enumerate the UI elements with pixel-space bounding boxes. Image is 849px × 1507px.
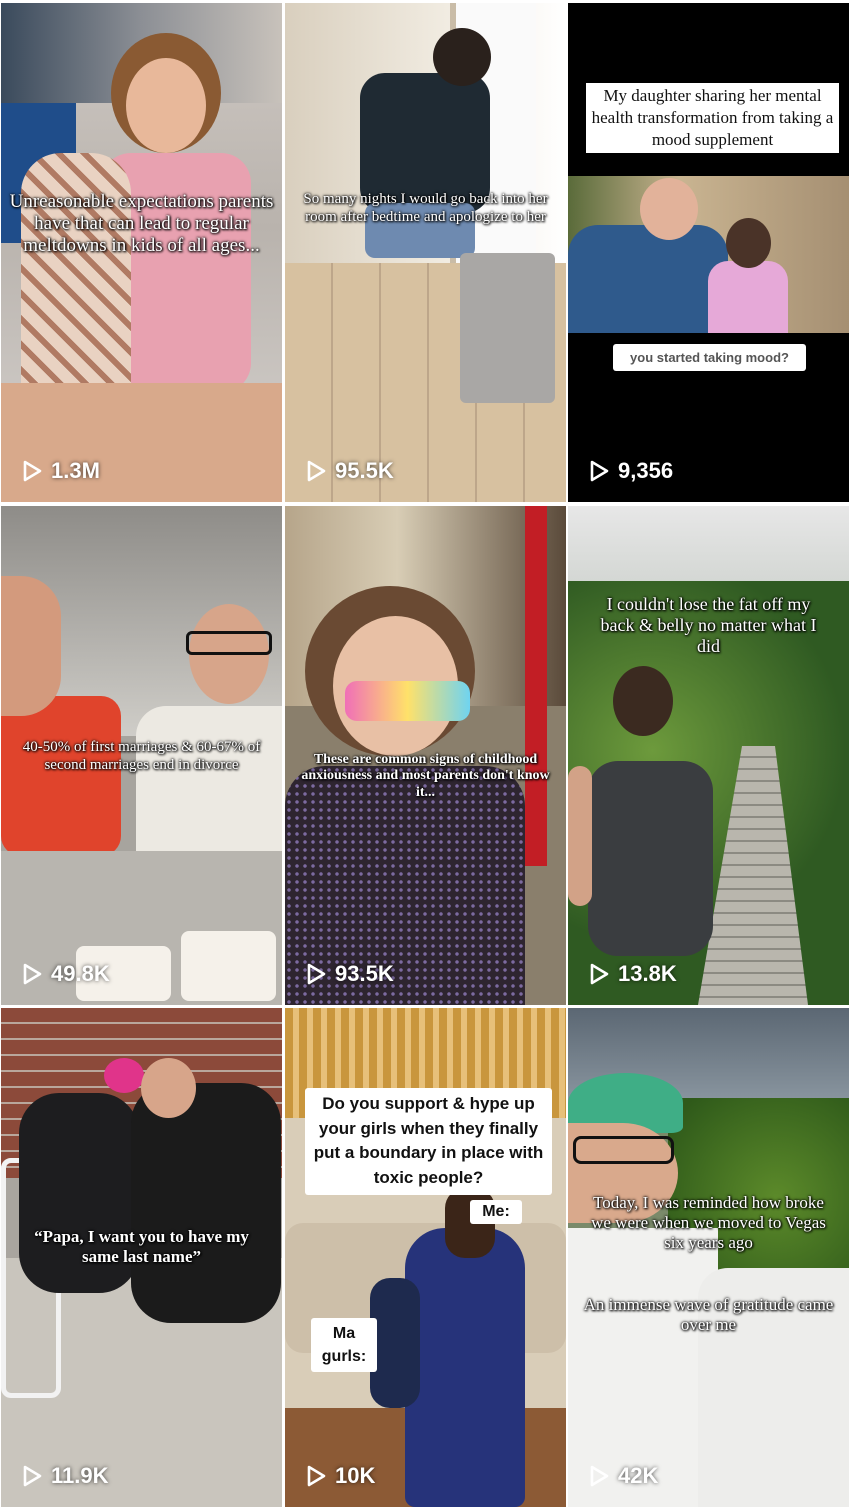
- subcaption-box: you started taking mood?: [613, 344, 806, 371]
- view-count: 95.5K: [305, 458, 394, 484]
- red-door-frame: [525, 506, 547, 866]
- video-tile-5[interactable]: These are common signs of childhood anxi…: [285, 506, 566, 1005]
- hair: [433, 28, 491, 86]
- video-tile-7[interactable]: “Papa, I want you to have my same last n…: [1, 1008, 282, 1507]
- view-count: 11.9K: [21, 1463, 109, 1489]
- play-icon: [23, 460, 42, 482]
- man-head: [141, 1058, 196, 1118]
- play-icon: [590, 963, 609, 985]
- ma-gurls-label: Ma gurls:: [311, 1318, 377, 1373]
- view-count: 13.8K: [588, 961, 677, 987]
- play-icon: [23, 1465, 42, 1487]
- video-tile-8[interactable]: Do you support & hype up your girls when…: [285, 1008, 566, 1507]
- man-jacket: [131, 1083, 281, 1323]
- view-count-text: 49.8K: [51, 961, 110, 986]
- view-count-text: 11.9K: [51, 1463, 109, 1488]
- ottoman: [460, 253, 555, 403]
- view-count-text: 42K: [618, 1463, 659, 1488]
- play-icon: [307, 460, 326, 482]
- video-tile-2[interactable]: So many nights I would go back into her …: [285, 3, 566, 502]
- view-count-text: 10K: [335, 1463, 376, 1488]
- video-caption: Today, I was reminded how broke we were …: [591, 1193, 826, 1252]
- video-tile-4[interactable]: 40-50% of first marriages & 60-67% of se…: [1, 506, 282, 1005]
- view-count: 49.8K: [21, 961, 110, 987]
- video-tile-9[interactable]: Today, I was reminded how broke we were …: [568, 1008, 849, 1507]
- video-grid: Unreasonable expectations parents have t…: [0, 0, 849, 1507]
- view-count-text: 93.5K: [335, 961, 394, 986]
- play-icon: [590, 1465, 609, 1487]
- man-shirt: [136, 706, 282, 856]
- girl-head: [726, 218, 771, 268]
- video-caption: 40-50% of first marriages & 60-67% of se…: [22, 739, 261, 773]
- legs: [1, 383, 282, 502]
- video-caption: Unreasonable expectations parents have t…: [9, 191, 274, 257]
- view-count-text: 9,356: [618, 458, 674, 483]
- play-icon: [307, 1465, 326, 1487]
- video-caption: “Papa, I want you to have my same last n…: [34, 1227, 249, 1266]
- view-count: 9,356: [588, 458, 673, 484]
- video-caption-2: An immense wave of gratitude came over m…: [583, 1295, 834, 1334]
- video-tile-3[interactable]: My daughter sharing her mental health tr…: [568, 3, 849, 502]
- title-box: My daughter sharing her mental health tr…: [586, 83, 839, 154]
- man-head: [640, 178, 698, 240]
- dancer-suit: [405, 1228, 525, 1507]
- view-count: 93.5K: [305, 961, 394, 987]
- sauce-bowl-2: [181, 931, 276, 1001]
- view-count-text: 1.3M: [51, 458, 100, 483]
- play-icon: [23, 963, 42, 985]
- child-hat: [104, 1058, 144, 1093]
- view-count-text: 95.5K: [335, 458, 394, 483]
- small-dancer: [370, 1278, 420, 1408]
- woman-face: [1, 576, 61, 716]
- tank-top: [588, 761, 713, 956]
- sunglasses: [345, 681, 470, 721]
- glasses: [186, 631, 272, 655]
- title-box: Do you support & hype up your girls when…: [305, 1088, 552, 1195]
- video-tile-1[interactable]: Unreasonable expectations parents have t…: [1, 3, 282, 502]
- view-count: 42K: [588, 1463, 658, 1489]
- video-caption: I couldn't lose the fat off my back & be…: [600, 594, 817, 657]
- glasses: [573, 1136, 674, 1164]
- video-caption: These are common signs of childhood anxi…: [301, 752, 550, 800]
- me-label: Me:: [470, 1200, 522, 1224]
- view-count: 1.3M: [21, 458, 100, 484]
- video-tile-6[interactable]: I couldn't lose the fat off my back & be…: [568, 506, 849, 1005]
- man-shirt: [568, 225, 728, 333]
- girl-face: [126, 58, 206, 153]
- view-count: 10K: [305, 1463, 375, 1489]
- play-icon: [307, 963, 326, 985]
- arms: [568, 766, 592, 906]
- video-caption: So many nights I would go back into her …: [303, 191, 548, 225]
- hair-bun: [613, 666, 673, 736]
- woman-shirt: [1, 696, 121, 856]
- play-icon: [590, 460, 609, 482]
- view-count-text: 13.8K: [618, 961, 677, 986]
- girl-shirt: [708, 261, 788, 333]
